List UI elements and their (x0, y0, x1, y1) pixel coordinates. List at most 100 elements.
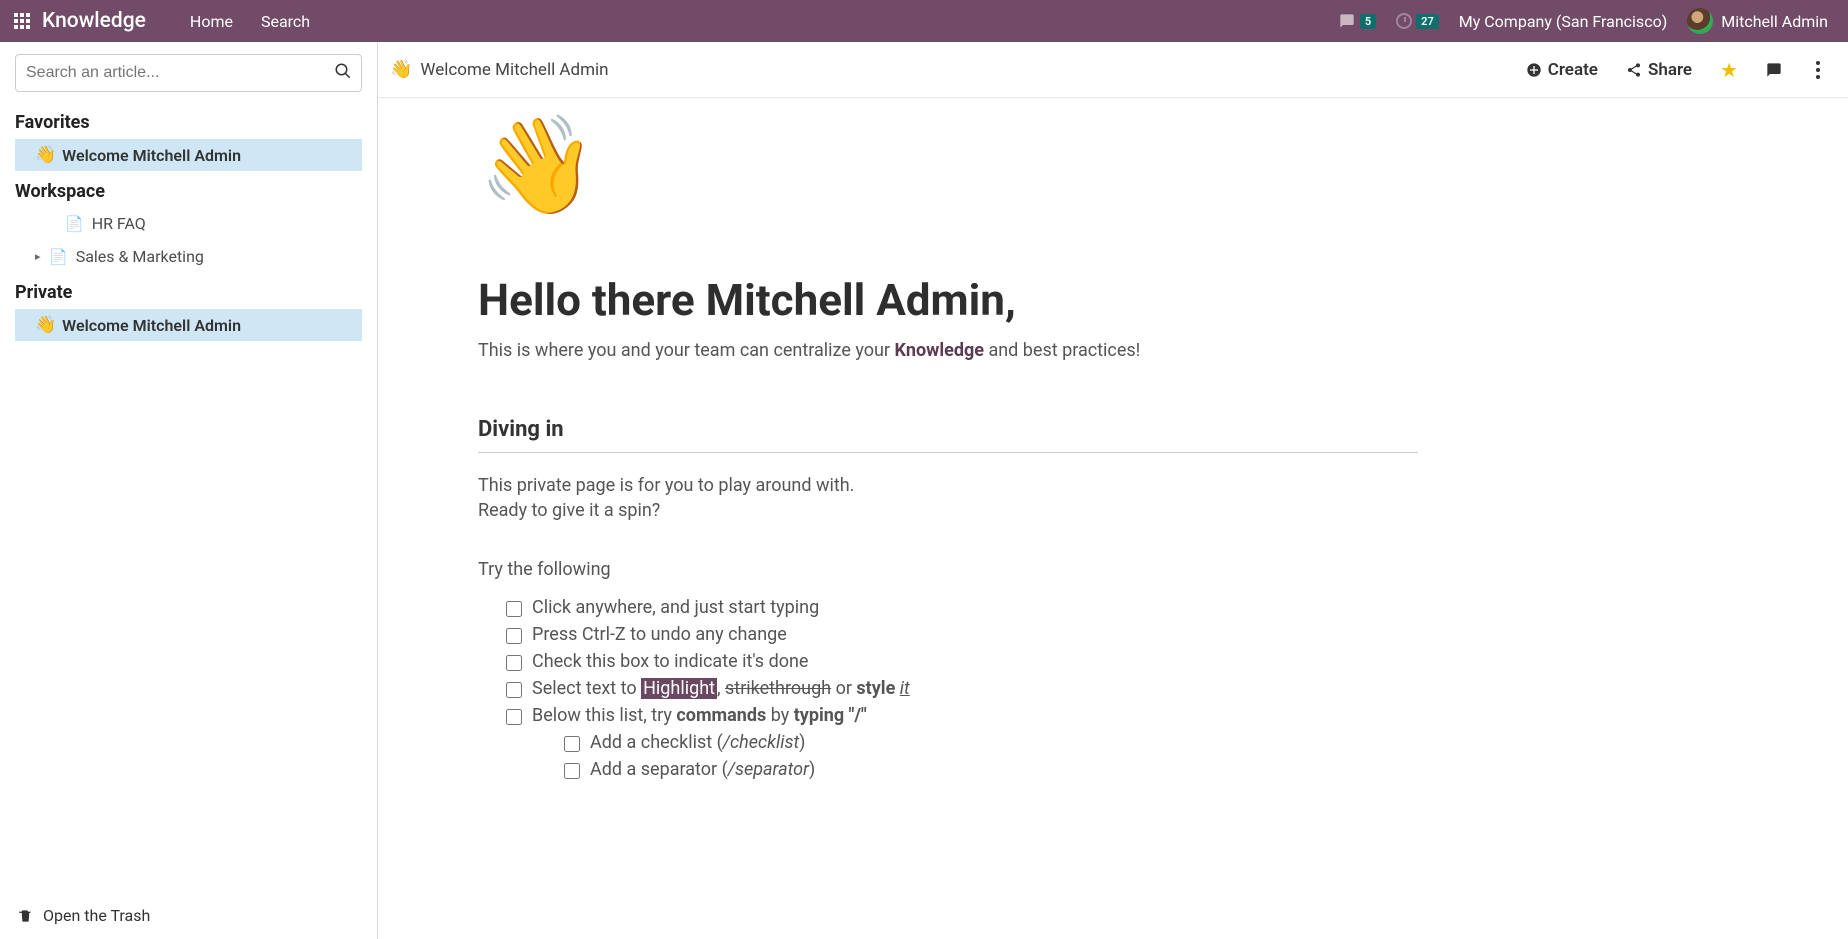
favorite-star-icon[interactable]: ★ (1720, 58, 1738, 82)
list-item-text: Select text to Highlight, strikethrough … (532, 678, 910, 699)
subtitle-bold: Knowledge (895, 340, 984, 361)
sidebar-item-welcome-fav[interactable]: 👋 Welcome Mitchell Admin (15, 139, 362, 171)
sidebar-item-welcome-priv[interactable]: 👋 Welcome Mitchell Admin (15, 309, 362, 341)
doc-scroll[interactable]: 👋 Hello there Mitchell Admin, This is wh… (378, 98, 1848, 939)
list-item[interactable]: Below this list, try commands by typing … (506, 702, 1418, 729)
messages-badge: 5 (1360, 14, 1376, 29)
subtitle[interactable]: This is where you and your team can cent… (478, 340, 1418, 361)
t: Select text to (532, 678, 641, 699)
list-item[interactable]: Check this box to indicate it's done (506, 648, 1418, 675)
apps-icon[interactable] (14, 13, 30, 29)
sidebar-item-label: Welcome Mitchell Admin (62, 146, 241, 165)
bold-span: style (856, 678, 895, 699)
create-label: Create (1548, 60, 1598, 80)
strike-span: strikethrough (725, 678, 831, 699)
toolbar: 👋 Welcome Mitchell Admin Create Share ★ (378, 42, 1848, 98)
list-item[interactable]: Press Ctrl-Z to undo any change (506, 621, 1418, 648)
subtitle-post: and best practices! (984, 340, 1140, 361)
plus-circle-icon (1526, 62, 1542, 78)
breadcrumb[interactable]: 👋 Welcome Mitchell Admin (390, 59, 609, 80)
checkbox[interactable] (506, 682, 522, 698)
list-item-text: Press Ctrl-Z to undo any change (532, 624, 787, 645)
chatter-button[interactable] (1766, 62, 1782, 78)
checkbox[interactable] (506, 709, 522, 725)
sidebar: Favorites 👋 Welcome Mitchell Admin Works… (0, 42, 378, 939)
activities-button[interactable]: 27 (1396, 13, 1439, 29)
open-trash[interactable]: Open the Trash (0, 892, 377, 939)
checkbox[interactable] (564, 763, 580, 779)
checklist-nested: Add a checklist (/checklist) Add a separ… (564, 729, 1418, 783)
checkbox[interactable] (564, 736, 580, 752)
messages-button[interactable]: 5 (1338, 13, 1376, 29)
nav-home[interactable]: Home (190, 12, 233, 31)
breadcrumb-title: Welcome Mitchell Admin (420, 60, 608, 80)
t: Add a separator ( (590, 759, 728, 780)
t: Add a checklist ( (590, 732, 723, 753)
company-selector[interactable]: My Company (San Francisco) (1459, 12, 1668, 31)
page-title[interactable]: Hello there Mitchell Admin, (478, 274, 1418, 326)
app-brand[interactable]: Knowledge (42, 9, 146, 33)
t: Below this list, try (532, 705, 676, 726)
sidebar-item-hr-faq[interactable]: 📄 HR FAQ (15, 208, 362, 239)
section-private: Private (0, 274, 377, 309)
checkbox[interactable] (506, 628, 522, 644)
t: , (717, 678, 725, 699)
cover-emoji[interactable]: 👋 (478, 118, 1418, 214)
main: Favorites 👋 Welcome Mitchell Admin Works… (0, 42, 1848, 939)
wave-icon: 👋 (35, 145, 56, 165)
sidebar-item-sales-marketing[interactable]: ▸ 📄 Sales & Marketing (15, 241, 362, 272)
list-item-text: Below this list, try commands by typing … (532, 705, 867, 726)
t: ) (809, 759, 815, 780)
t: or (831, 678, 856, 699)
search-icon[interactable] (334, 62, 352, 84)
trash-icon (18, 908, 33, 924)
intro-p3[interactable]: Try the following (478, 559, 1418, 580)
section-workspace: Workspace (0, 173, 377, 208)
share-button[interactable]: Share (1626, 60, 1692, 80)
sidebar-item-label: HR FAQ (92, 214, 146, 233)
sidebar-item-label: Sales & Marketing (76, 247, 204, 266)
list-item-text: Check this box to indicate it's done (532, 651, 808, 672)
list-item-text: Click anywhere, and just start typing (532, 597, 819, 618)
list-item[interactable]: Click anywhere, and just start typing (506, 594, 1418, 621)
clock-icon (1396, 13, 1412, 29)
wave-icon: 👋 (390, 59, 412, 80)
list-item[interactable]: Select text to Highlight, strikethrough … (506, 675, 1418, 702)
open-trash-label: Open the Trash (43, 906, 150, 925)
chat-icon (1338, 13, 1356, 29)
caret-right-icon[interactable]: ▸ (35, 250, 49, 263)
checkbox[interactable] (506, 655, 522, 671)
user-menu[interactable]: Mitchell Admin (1687, 8, 1828, 34)
bold-span: commands (676, 705, 766, 726)
em: /checklist (723, 732, 799, 753)
kebab-dot (1816, 61, 1820, 65)
document-body[interactable]: 👋 Hello there Mitchell Admin, This is wh… (478, 98, 1438, 823)
content: 👋 Welcome Mitchell Admin Create Share ★ (378, 42, 1848, 939)
intro-p2[interactable]: Ready to give it a spin? (478, 500, 1418, 521)
italic-underline-span: it (900, 678, 910, 699)
list-item[interactable]: Add a separator (/separator) (564, 756, 1418, 783)
section-favorites: Favorites (0, 104, 377, 139)
username: Mitchell Admin (1721, 12, 1828, 31)
highlight-span: Highlight (641, 678, 717, 699)
sidebar-item-label: Welcome Mitchell Admin (62, 316, 241, 335)
doc-icon: 📄 (65, 215, 84, 233)
checklist: Click anywhere, and just start typing Pr… (506, 594, 1418, 729)
more-menu-button[interactable] (1810, 57, 1826, 83)
chat-icon (1766, 62, 1782, 78)
checkbox[interactable] (506, 601, 522, 617)
intro-p1[interactable]: This private page is for you to play aro… (478, 475, 1418, 496)
section-heading[interactable]: Diving in (478, 417, 1418, 453)
nav-search[interactable]: Search (261, 12, 310, 31)
subtitle-pre: This is where you and your team can cent… (478, 340, 895, 361)
bold-span: typing "/" (794, 705, 867, 726)
wave-icon: 👋 (35, 315, 56, 335)
share-icon (1626, 62, 1642, 78)
share-label: Share (1648, 60, 1692, 80)
list-item[interactable]: Add a checklist (/checklist) (564, 729, 1418, 756)
t: ) (799, 732, 805, 753)
doc-icon: 📄 (49, 248, 68, 266)
search-input[interactable] (15, 54, 362, 92)
avatar (1687, 8, 1713, 34)
create-button[interactable]: Create (1526, 60, 1598, 80)
